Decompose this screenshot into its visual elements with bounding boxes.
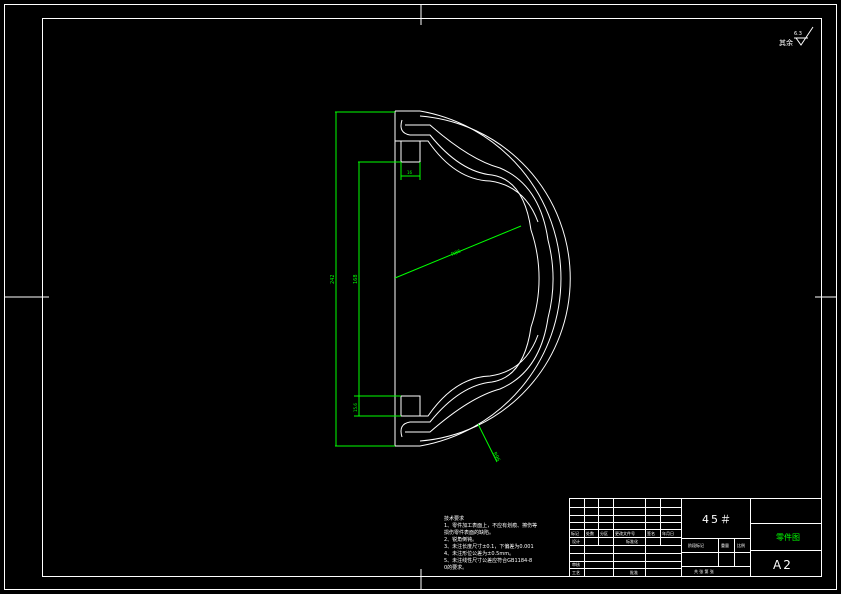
dim-inner-height: 168 [353, 274, 359, 284]
scale-label: 比例 [737, 542, 745, 548]
review-label: 审核 [572, 561, 580, 567]
roughness-label: 其余 [779, 38, 793, 47]
weight-label: 重量 [721, 542, 729, 548]
inner-border [42, 18, 822, 577]
header-label-5: 年月日 [662, 530, 674, 536]
center-marks [5, 4, 836, 590]
sheets-label: 共 张 第 张 [694, 568, 714, 574]
header-label-2: 分区 [600, 530, 608, 536]
dimension-lines [335, 111, 522, 463]
notes-line-4: 4、未注形位公差为±0.5mm。 [444, 551, 515, 557]
design-label: 设计 [572, 538, 580, 544]
approve-label: 批准 [630, 569, 638, 575]
cad-drawing: 242 168 16 15.6 R86 R96 其余 6.3 标记 处数 分区 … [4, 4, 837, 590]
outer-border [4, 4, 837, 590]
roughness-value: 6.3 [794, 31, 802, 37]
technical-notes: 技术要求 1、零件加工表面上，不应有划痕、擦伤等 损伤零件表面的缺陷。 2、锐角… [444, 516, 564, 572]
stage-label: 阶段标记 [688, 542, 704, 548]
header-label-0: 标记 [571, 530, 579, 536]
notes-line-5: 5、未注线性尺寸公差应符合GB1184-8 [444, 558, 533, 564]
notes-line-1: 损伤零件表面的缺陷。 [444, 530, 495, 536]
notes-line-2: 2、锐角倒钝。 [444, 537, 478, 543]
standardization-label: 标准化 [626, 538, 638, 544]
dim-slot-width: 16 [407, 170, 413, 175]
dim-inner-radius: R86 [451, 249, 462, 258]
notes-title: 技术要求 [444, 516, 465, 522]
header-label-3: 更改文件号 [615, 530, 635, 536]
roughness-symbol: 其余 6.3 [779, 26, 814, 47]
sheet-size: A2 [773, 558, 793, 572]
drawing-name: 零件图 [776, 532, 800, 542]
part-profile [394, 110, 571, 447]
header-label-4: 签名 [647, 530, 655, 536]
notes-line-0: 1、零件加工表面上，不应有划痕、擦伤等 [444, 523, 538, 529]
notes-line-6: 0的要求。 [444, 565, 468, 571]
process-label: 工艺 [572, 570, 580, 575]
material: 45＃ [702, 513, 733, 526]
dim-overall-height: 242 [330, 274, 336, 284]
notes-line-3: 3、未注长度尺寸±0.1，下偏差为0.001 [444, 544, 534, 550]
dim-slot-height: 15.6 [353, 403, 358, 412]
header-label-1: 处数 [586, 530, 594, 536]
dim-outer-radius: R96 [491, 451, 501, 462]
